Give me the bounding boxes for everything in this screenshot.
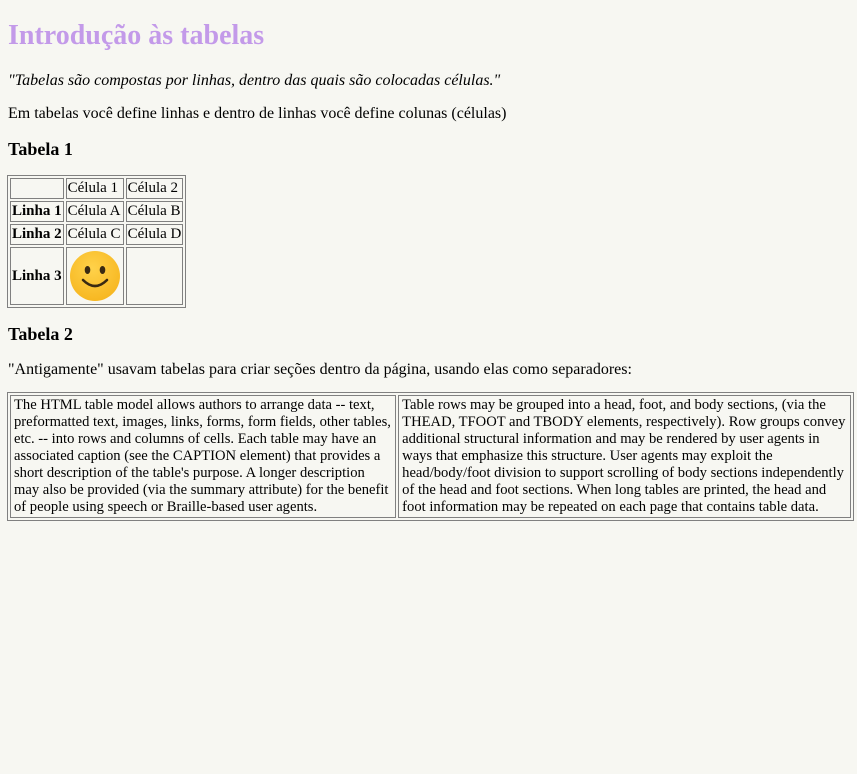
table-row: Linha 2 Célula C Célula D [10,224,184,245]
table-1-cell: Célula B [125,201,184,222]
table-1-cell: Célula A [65,201,124,222]
table-1-image-cell [65,247,124,305]
table-1: Célula 1 Célula 2 Linha 1 Célula A Célul… [7,175,187,308]
intro-paragraph: Em tabelas você define linhas e dentro d… [8,105,507,122]
table-2: The HTML table model allows authors to a… [7,392,854,521]
smiley-face-icon [69,251,120,301]
table-1-corner-cell [10,178,64,199]
table-1-column-header: Célula 1 [65,178,124,199]
table-1-row-header: Linha 2 [10,224,64,245]
page: Introdução às tabelas "Tabelas são compo… [0,0,857,774]
table-1-row-header: Linha 1 [10,201,64,222]
table-1-heading: Tabela 1 [8,139,73,159]
table-1-column-header: Célula 2 [125,178,184,199]
table-1-row-header: Linha 3 [10,247,64,305]
table-row: The HTML table model allows authors to a… [10,395,851,518]
page-title: Introdução às tabelas [8,20,265,51]
table-1-cell [125,247,184,305]
table-2-heading: Tabela 2 [8,324,73,344]
table-row: Linha 3 [10,247,184,305]
table-2-left-cell: The HTML table model allows authors to a… [10,395,397,518]
table-1-header-row: Célula 1 Célula 2 [10,178,184,199]
intro-quote: "Tabelas são compostas por linhas, dentr… [8,72,501,89]
table-row: Linha 1 Célula A Célula B [10,201,184,222]
table-1-cell: Célula D [125,224,184,245]
table-2-description: "Antigamente" usavam tabelas para criar … [8,361,632,378]
table-2-right-cell: Table rows may be grouped into a head, f… [398,395,851,518]
table-1-cell: Célula C [65,224,124,245]
